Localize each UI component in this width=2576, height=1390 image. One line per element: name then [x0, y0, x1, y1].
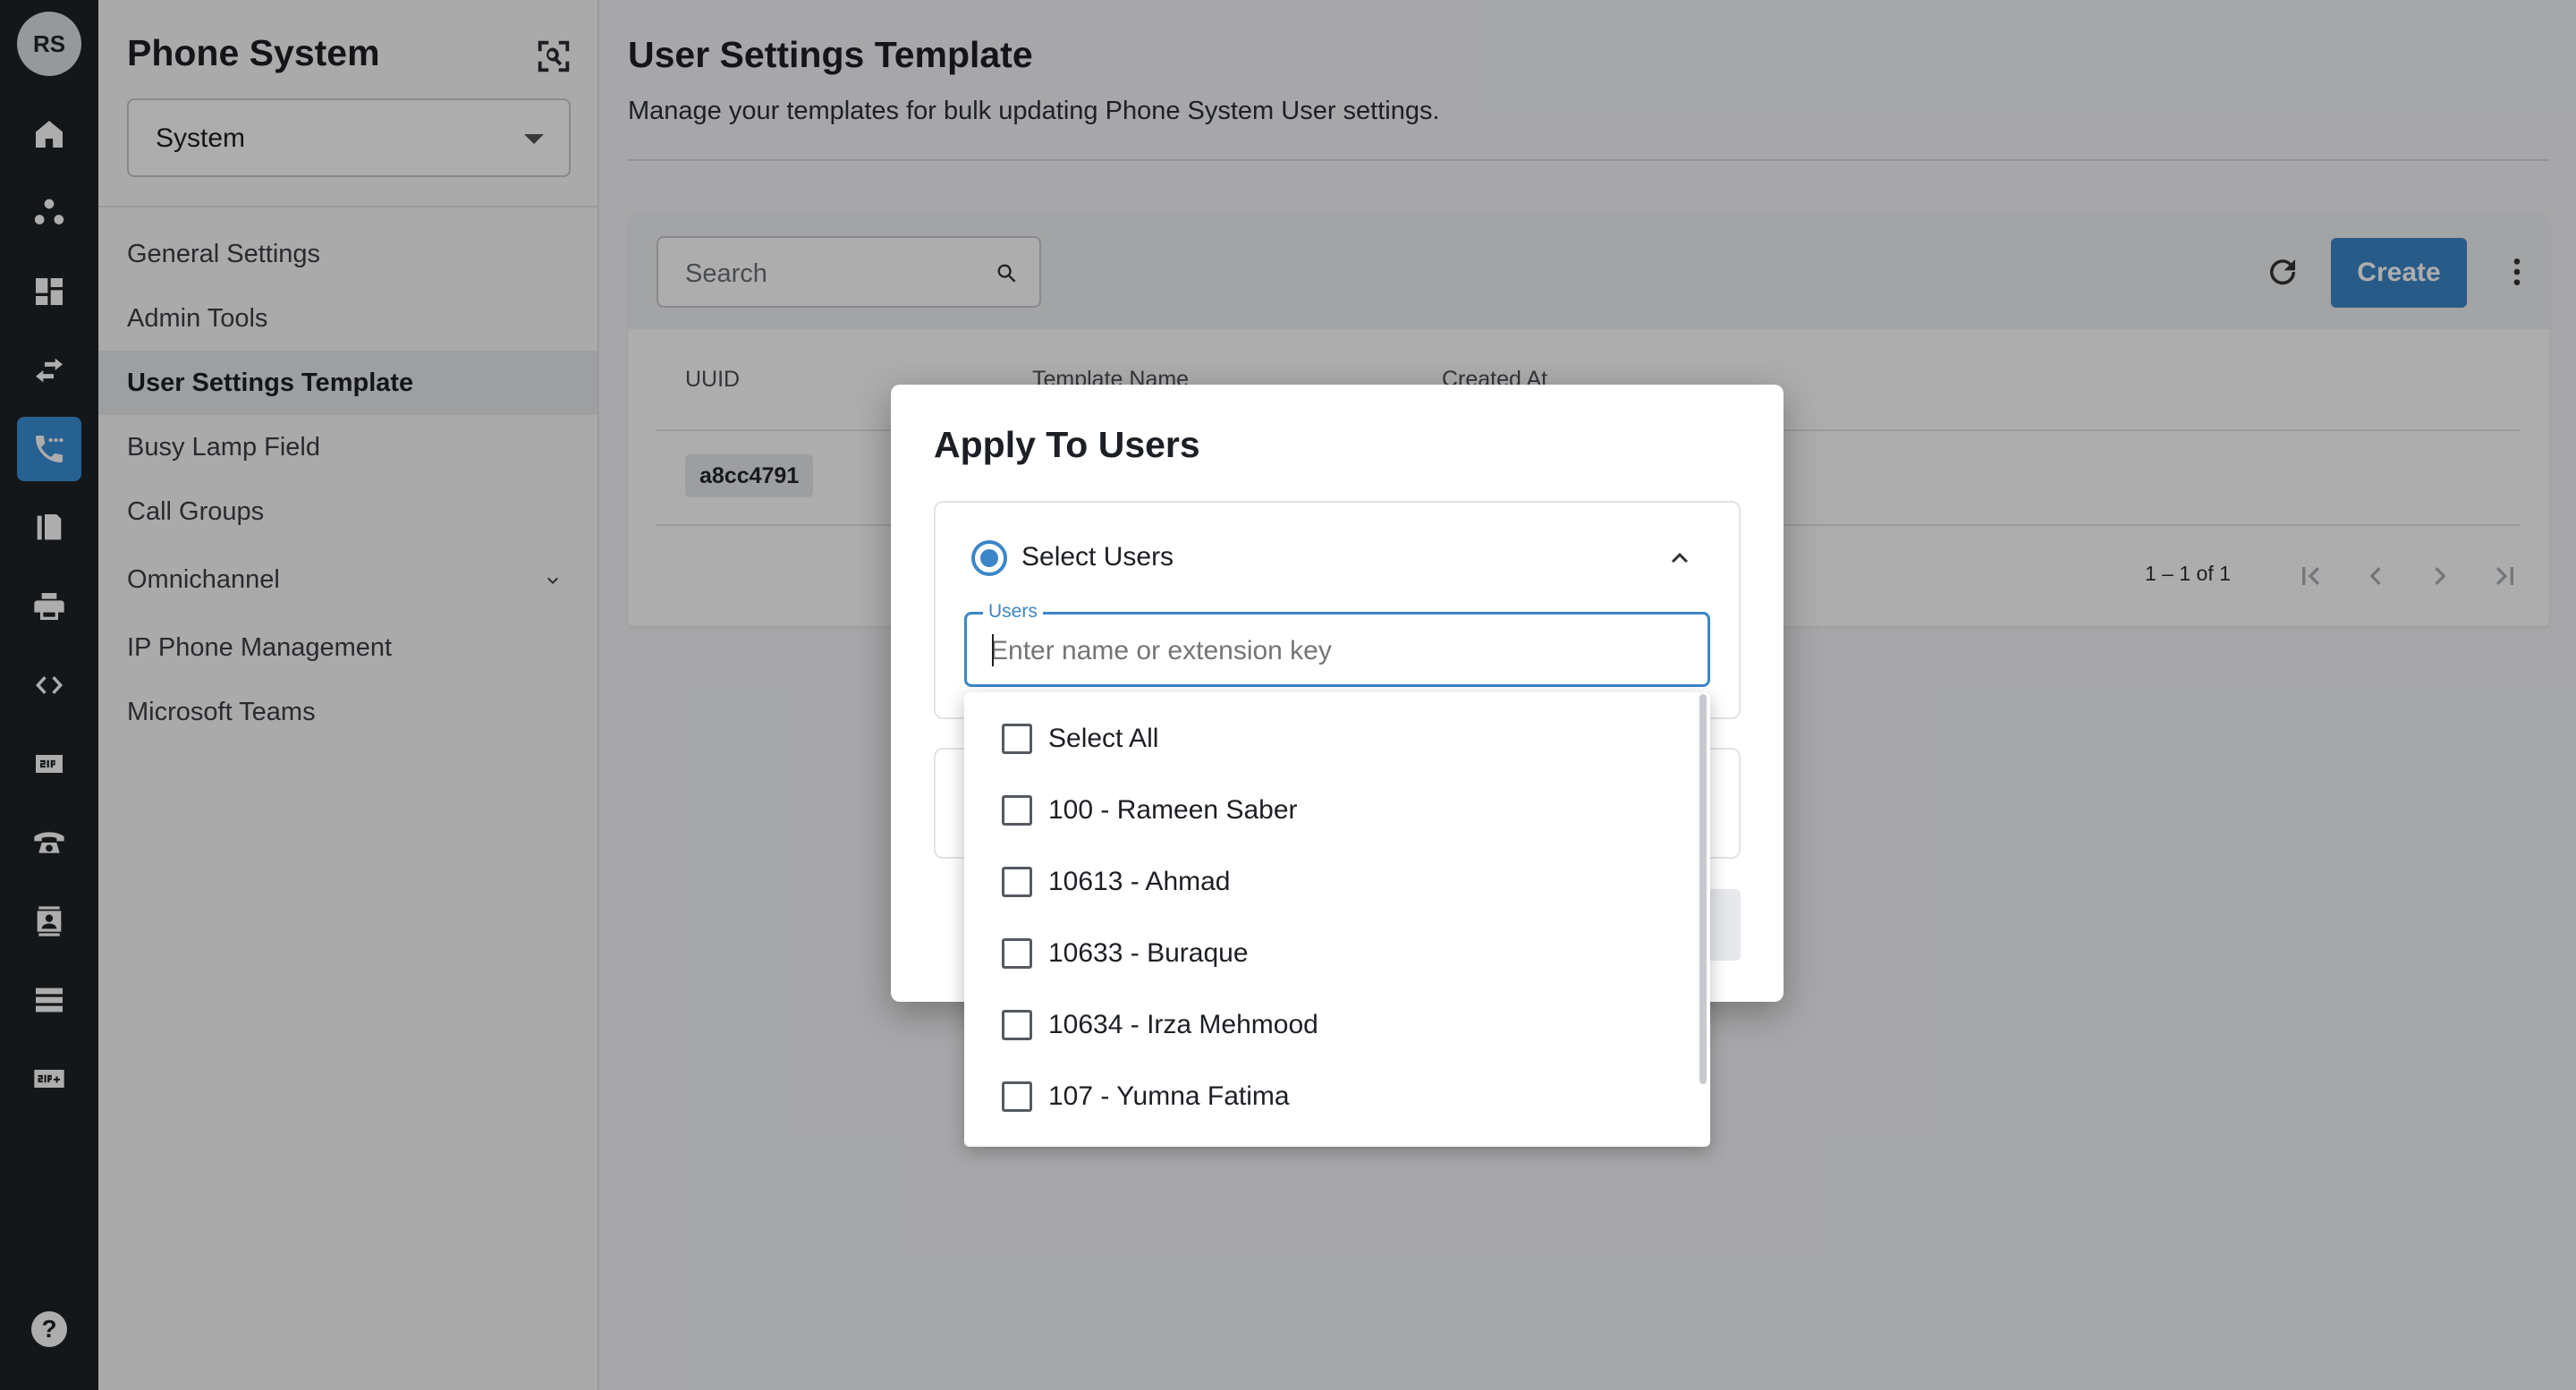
users-options-list: Select All 100 - Rameen Saber 10613 - Ah…: [964, 692, 1710, 1147]
option-label: 10633 - Buraque: [1048, 938, 1249, 968]
option-label: 10613 - Ahmad: [1048, 867, 1231, 896]
option-user[interactable]: 10613 - Ahmad: [964, 846, 1698, 918]
checkbox[interactable]: [1002, 1010, 1032, 1040]
option-user[interactable]: 10633 - Buraque: [964, 918, 1698, 989]
users-search-input[interactable]: [990, 636, 1670, 666]
option-label: Select All: [1048, 724, 1159, 753]
option-user[interactable]: 100 - Rameen Saber: [964, 775, 1698, 846]
users-field-label: Users: [983, 600, 1043, 623]
checkbox[interactable]: [1002, 1081, 1032, 1112]
chevron-up-icon[interactable]: [1664, 542, 1696, 574]
checkbox[interactable]: [1002, 724, 1032, 754]
dialog-title: Apply To Users: [934, 424, 1200, 465]
checkbox[interactable]: [1002, 795, 1032, 826]
checkbox[interactable]: [1002, 938, 1032, 969]
option-user[interactable]: 107 - Yumna Fatima: [964, 1061, 1698, 1132]
option-user[interactable]: 10634 - Irza Mehmood: [964, 989, 1698, 1061]
select-users-label[interactable]: Select Users: [1021, 542, 1174, 572]
list-scrollbar[interactable]: [1699, 694, 1707, 1084]
checkbox[interactable]: [1002, 867, 1032, 897]
option-label: 107 - Yumna Fatima: [1048, 1081, 1290, 1111]
users-autocomplete[interactable]: Users: [964, 600, 1710, 687]
text-cursor: [992, 634, 994, 666]
option-label: 10634 - Irza Mehmood: [1048, 1010, 1318, 1039]
option-label: 100 - Rameen Saber: [1048, 795, 1298, 825]
option-select-all[interactable]: Select All: [964, 703, 1698, 775]
select-users-radio[interactable]: [971, 540, 1007, 576]
